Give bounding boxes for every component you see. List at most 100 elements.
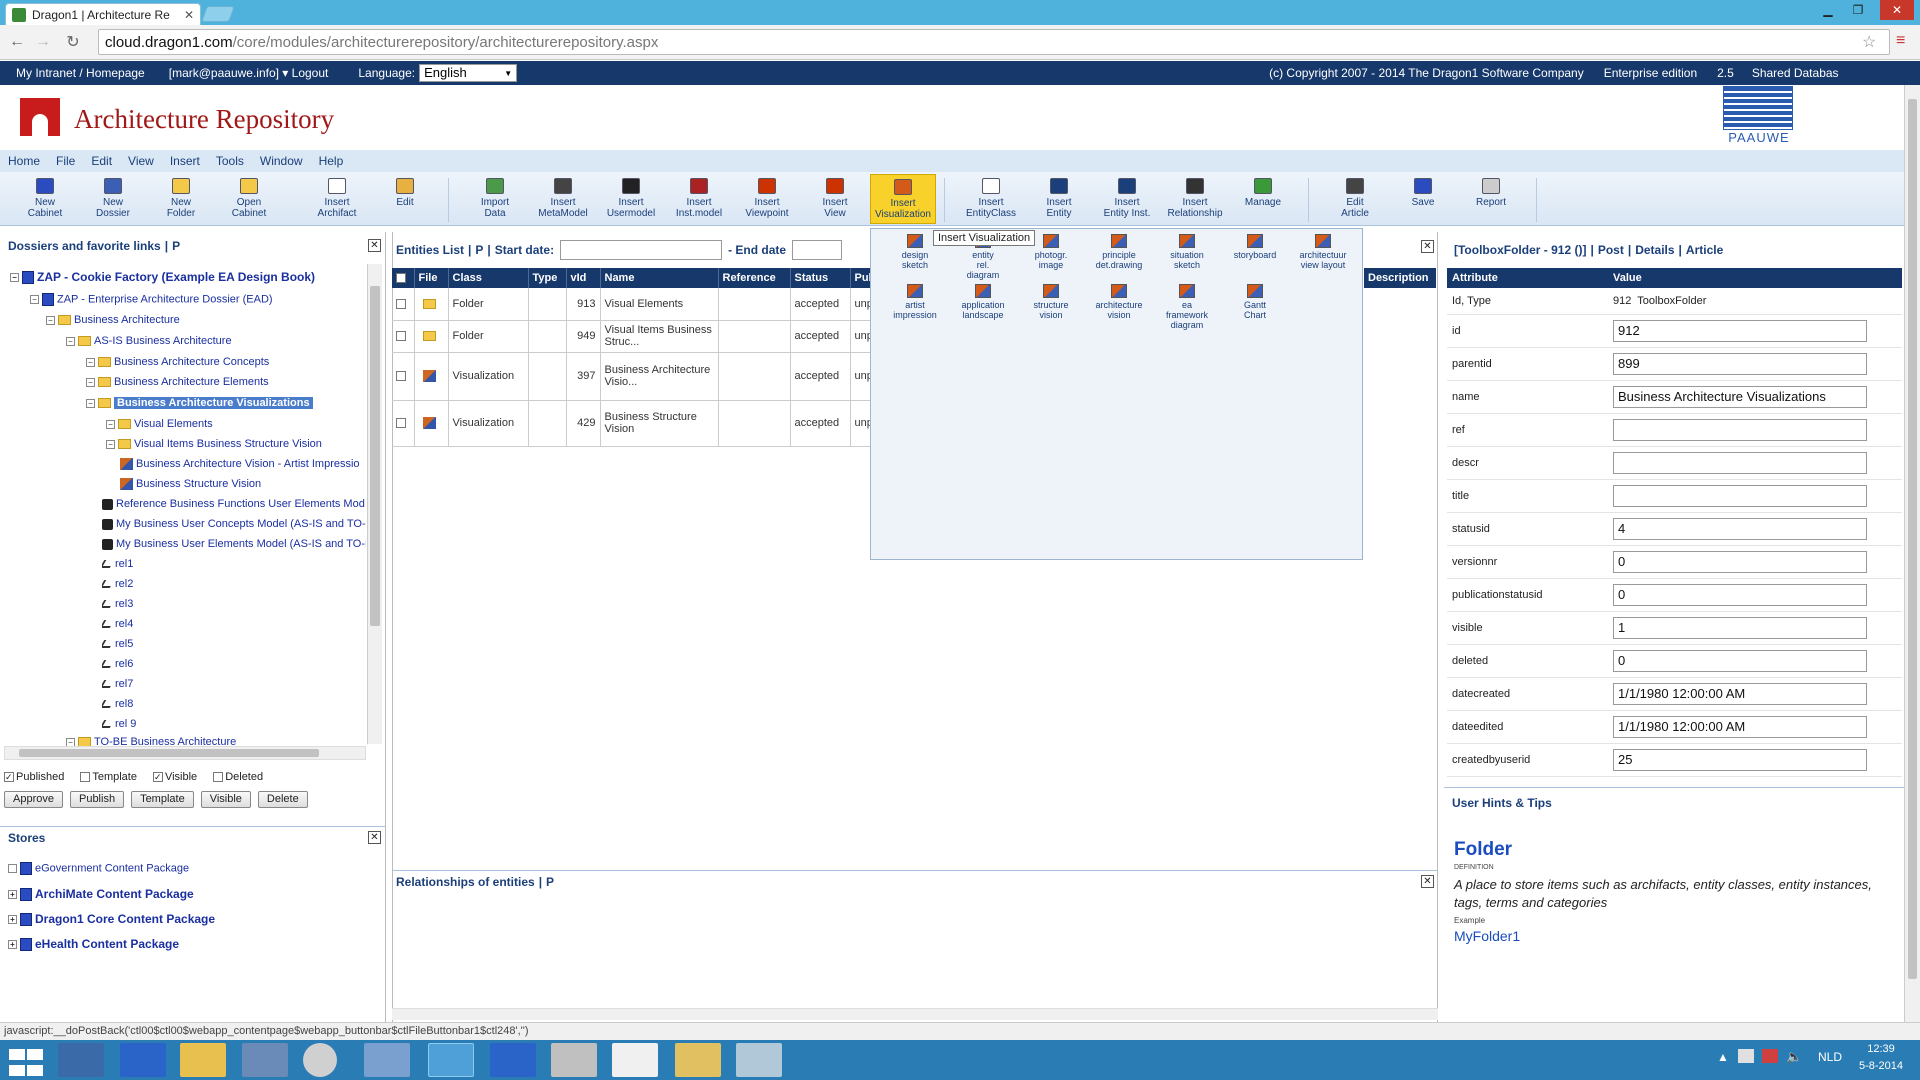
details-link[interactable]: Details [1635, 243, 1674, 257]
menu-insert[interactable]: Insert [162, 154, 208, 168]
tree-item[interactable]: − Visual Items Business Structure Vision [106, 438, 322, 450]
row-checkbox[interactable] [396, 418, 406, 429]
expand-toggle-icon[interactable]: − [106, 439, 115, 449]
user-menu[interactable]: [mark@paauwe.info] ▾ Logout [169, 66, 329, 80]
principle-det-drawing-option[interactable]: principle det.drawing [1087, 234, 1151, 270]
architecture-vision-option[interactable]: architecture vision [1087, 284, 1151, 320]
network-tray-icon[interactable] [1738, 1049, 1754, 1063]
situation-sketch-option[interactable]: situation sketch [1155, 234, 1219, 270]
dossiers-panel-link[interactable]: P [172, 239, 180, 253]
explorer-taskbar-icon[interactable] [58, 1043, 104, 1077]
url-field[interactable]: cloud.dragon1.com/core/modules/architect… [98, 29, 1890, 55]
structure-vision-option[interactable]: structure vision [1019, 284, 1083, 320]
new-cabinet-button[interactable]: New Cabinet [12, 178, 78, 219]
tree-item[interactable]: Business Structure Vision [120, 478, 261, 491]
start-date-input[interactable] [560, 240, 723, 260]
expand-toggle-icon[interactable]: + [8, 915, 17, 925]
store-item[interactable]: + eHealth Content Package [8, 937, 179, 952]
publish-button[interactable]: Publish [69, 791, 125, 808]
col-file[interactable]: File [414, 268, 449, 288]
tree-item[interactable]: rel7 [102, 678, 133, 690]
table-row[interactable]: Visualization 397 Business Architecture Vi… [392, 352, 891, 401]
tree-item[interactable]: rel6 [102, 658, 133, 670]
entities-title-link[interactable]: P [475, 243, 483, 257]
action-center-tray-icon[interactable] [1762, 1049, 1778, 1063]
filter-checkbox[interactable] [213, 772, 224, 783]
gantt-chart-option[interactable]: Gantt Chart [1223, 284, 1287, 320]
language-select[interactable]: English [419, 64, 518, 82]
article-link[interactable]: Article [1686, 243, 1723, 257]
store-item[interactable]: + Dragon1 Core Content Package [8, 912, 215, 927]
filter-deleted[interactable]: Deleted [213, 771, 263, 783]
volume-tray-icon[interactable]: 🔈 [1786, 1049, 1802, 1065]
expand-toggle-icon[interactable]: − [86, 398, 95, 408]
table-row[interactable]: Folder 949 Visual Items Business Struc... a… [392, 320, 891, 353]
expand-toggle-icon[interactable]: − [46, 315, 55, 325]
menu-help[interactable]: Help [311, 154, 352, 168]
table-row[interactable]: Folder 913 Visual Elements accepted unp [392, 288, 891, 321]
expand-toggle-icon[interactable]: − [30, 295, 39, 304]
insert-relationship-button[interactable]: Insert Relationship [1162, 178, 1228, 219]
col-type[interactable]: Type [528, 268, 567, 288]
powershell-taskbar-icon[interactable] [120, 1043, 166, 1077]
architectuur-view-layout-option[interactable]: architectuur view layout [1291, 234, 1355, 270]
tree-item[interactable]: rel5 [102, 638, 133, 650]
input-language[interactable]: NLD [1818, 1050, 1842, 1064]
attribute-versionnr-input[interactable]: 0 [1613, 550, 1867, 573]
attribute-id-input[interactable]: 912 [1613, 319, 1867, 342]
notepad-taskbar-icon[interactable] [612, 1043, 658, 1077]
attribute-ref-input[interactable] [1613, 418, 1867, 441]
edit-button[interactable]: Edit [372, 178, 438, 208]
close-dossiers-icon[interactable]: ✕ [368, 239, 381, 252]
attribute-datecreated-input[interactable]: 1/1/1980 12:00:00 AM [1613, 682, 1867, 705]
minimize-window-button[interactable]: ▁ [1815, 0, 1841, 20]
select-all-checkbox[interactable] [396, 273, 406, 284]
col-class[interactable]: Class [448, 268, 529, 288]
expand-toggle-icon[interactable]: + [8, 940, 17, 950]
app-taskbar-icon[interactable] [490, 1043, 536, 1077]
tree-item[interactable]: Reference Business Functions User Elemen… [102, 498, 365, 510]
browser-tab[interactable]: Dragon1 | Architecture Re ✕ [5, 3, 201, 25]
col-vid[interactable]: vId [566, 268, 601, 288]
windows-start-icon[interactable] [8, 1048, 44, 1076]
attribute-visible-input[interactable]: 1 [1613, 616, 1867, 639]
insert-archifact-button[interactable]: Insert Archifact [304, 178, 370, 219]
expand-toggle-icon[interactable]: + [8, 890, 17, 900]
insert-view-button[interactable]: Insert View [802, 178, 868, 219]
tree-item[interactable]: − Business Architecture [46, 314, 180, 326]
artist-impression-option[interactable]: artist impression [883, 284, 947, 320]
attribute-createdbyuserid-input[interactable]: 25 [1613, 748, 1867, 771]
row-checkbox[interactable] [396, 298, 406, 309]
expand-toggle-icon[interactable]: − [86, 377, 95, 387]
tree-item[interactable]: rel3 [102, 598, 133, 610]
post-link[interactable]: Post [1598, 243, 1624, 257]
tree-item[interactable]: − ZAP - Enterprise Architecture Dossier (… [30, 293, 273, 306]
tree-item[interactable]: My Business User Concepts Model (AS-IS a… [102, 518, 366, 530]
import-data-button[interactable]: Import Data [462, 178, 528, 219]
visible-button[interactable]: Visible [200, 791, 251, 808]
end-date-input[interactable] [792, 240, 843, 260]
menu-edit[interactable]: Edit [83, 154, 120, 168]
menu-view[interactable]: View [120, 154, 162, 168]
insert-usermodel-button[interactable]: Insert Usermodel [598, 178, 664, 219]
col-description[interactable]: Description [1364, 268, 1436, 288]
delete-button[interactable]: Delete [257, 791, 308, 808]
menu-window[interactable]: Window [252, 154, 311, 168]
folder-taskbar-icon[interactable] [180, 1043, 226, 1077]
close-relationships-icon[interactable]: ✕ [1421, 875, 1434, 888]
new-tab-button[interactable] [201, 6, 235, 22]
expand-toggle-icon[interactable]: − [10, 273, 19, 283]
filter-visible[interactable]: ✓ Visible [152, 771, 197, 783]
page-scrollbar[interactable] [1904, 85, 1920, 1022]
restore-window-button[interactable]: ❐ [1845, 0, 1871, 20]
paint-taskbar-icon[interactable] [551, 1043, 597, 1077]
menu-file[interactable]: File [48, 154, 83, 168]
browser-menu-icon[interactable]: ≡ [1896, 32, 1905, 50]
report-button[interactable]: Report [1458, 178, 1524, 208]
tree-item[interactable]: − Business Architecture Concepts [86, 356, 269, 368]
new-dossier-button[interactable]: New Dossier [80, 178, 146, 219]
table-row[interactable]: Visualization 429 Business Structure Visio… [392, 400, 891, 447]
expand-toggle-icon[interactable] [8, 864, 17, 873]
tree-item[interactable]: rel 9 [102, 718, 136, 730]
tree-item[interactable]: − ZAP - Cookie Factory (Example EA Design… [10, 270, 315, 285]
